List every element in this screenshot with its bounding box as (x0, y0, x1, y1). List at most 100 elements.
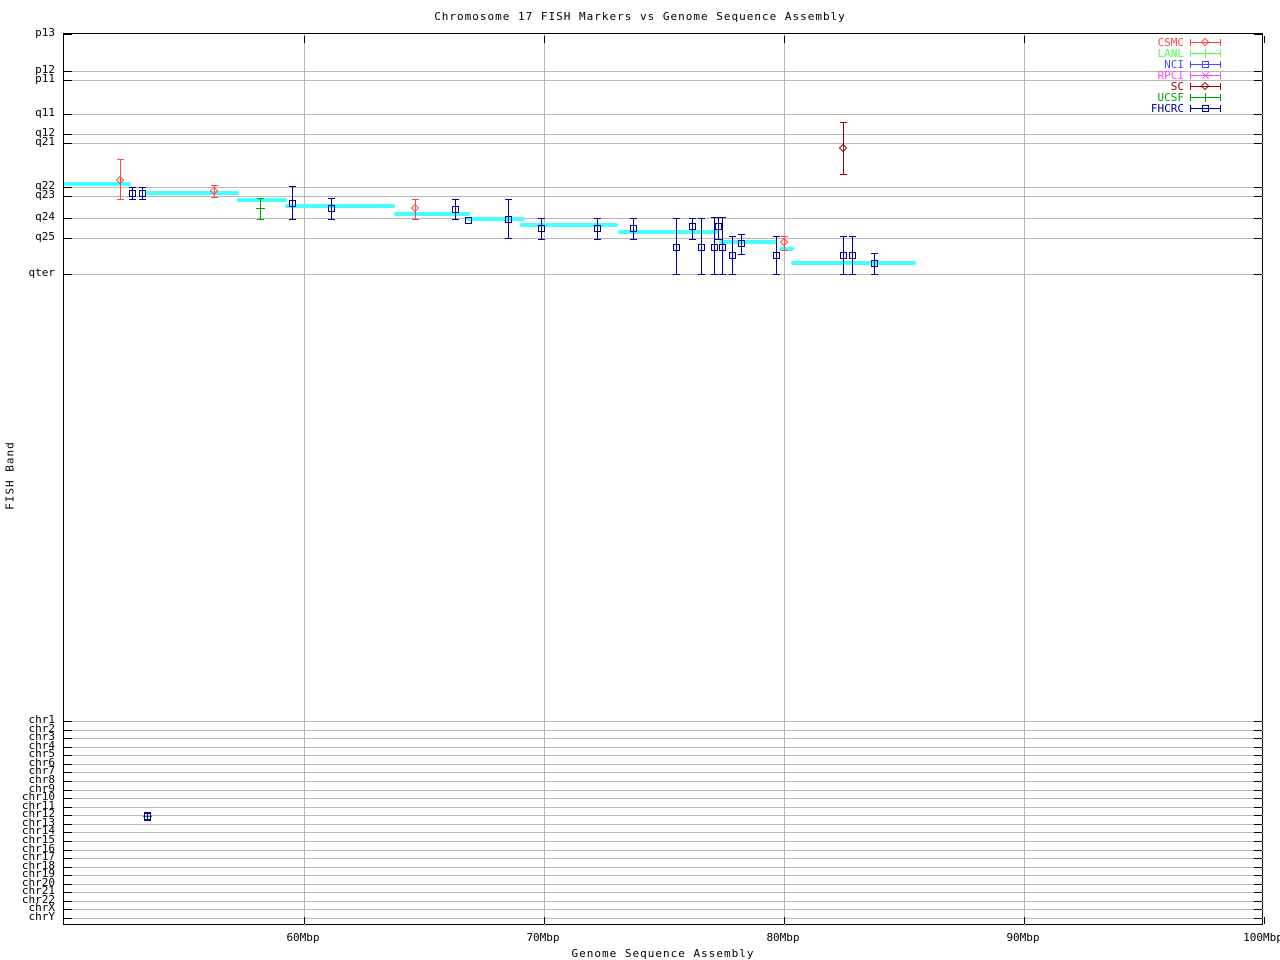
y-tickmark-right (1254, 807, 1262, 808)
error-bar-cap (773, 236, 780, 237)
y-tick-label: qter (0, 267, 55, 278)
error-bar-cap (452, 219, 459, 220)
h-gridline (64, 143, 1264, 144)
chart-title: Chromosome 17 FISH Markers vs Genome Seq… (0, 10, 1280, 23)
y-tickmark-left (64, 892, 72, 893)
error-bar-cap (871, 274, 878, 275)
error-bar-cap (630, 218, 637, 219)
h-gridline (64, 772, 1264, 773)
marker-square (328, 205, 335, 212)
y-tickmark-left (64, 721, 72, 722)
x-tickmark-bottom (304, 917, 305, 924)
marker-square (465, 217, 472, 224)
h-gridline (64, 738, 1264, 739)
y-tickmark-right (1254, 909, 1262, 910)
marker-square (139, 190, 146, 197)
error-bar-cap (689, 239, 696, 240)
y-tickmark-right (1254, 114, 1262, 115)
y-tickmark-left (64, 134, 72, 135)
error-bar-cap (412, 219, 419, 220)
legend-label-fhcrc: FHCRC (1151, 103, 1184, 114)
marker-square (594, 225, 601, 232)
error-bar-cap (729, 274, 736, 275)
v-gridline (784, 34, 785, 926)
assembly-segment (146, 191, 240, 195)
marker-square (719, 244, 726, 251)
error-bar-cap (738, 234, 745, 235)
y-tickmark-left (64, 114, 72, 115)
error-bar-cap (840, 236, 847, 237)
error-bar-cap (849, 274, 856, 275)
assembly-segment (520, 223, 618, 227)
error-bar-cap (711, 274, 718, 275)
error-bar-cap (738, 254, 745, 255)
y-tickmark-left (64, 790, 72, 791)
marker-square (505, 216, 512, 223)
y-tickmark-left (64, 187, 72, 188)
h-gridline (64, 850, 1264, 851)
error-bar-cap (781, 236, 788, 237)
y-tickmark-left (64, 143, 72, 144)
y-tickmark-right (1254, 815, 1262, 816)
error-bar-cap (871, 253, 878, 254)
h-gridline (64, 909, 1264, 910)
marker-square (729, 252, 736, 259)
h-gridline (64, 218, 1264, 219)
marker-diamond (1201, 38, 1209, 46)
y-tickmark-left (64, 858, 72, 859)
marker-square (715, 223, 722, 230)
x-tick-label: 90Mbp (988, 932, 1058, 943)
legend-sample-cap (1190, 94, 1191, 101)
y-tickmark-left (64, 841, 72, 842)
y-tickmark-right (1254, 196, 1262, 197)
x-tickmark-top (1264, 36, 1265, 43)
marker-square (673, 244, 680, 251)
marker-square (689, 223, 696, 230)
y-tickmark-left (64, 764, 72, 765)
marker-square (129, 190, 136, 197)
x-tickmark-top (784, 36, 785, 43)
y-tickmark-left (64, 274, 72, 275)
y-tickmark-left (64, 218, 72, 219)
error-bar-cap (781, 250, 788, 251)
x-tickmark-bottom (784, 917, 785, 924)
h-gridline (64, 892, 1264, 893)
error-bar-cap (129, 187, 136, 188)
marker-square (840, 252, 847, 259)
error-bar-cap (698, 218, 705, 219)
y-tickmark-left (64, 918, 72, 919)
x-tick-label: 60Mbp (268, 932, 338, 943)
y-tick-label: q24 (0, 211, 55, 222)
y-tickmark-left (64, 832, 72, 833)
y-tickmark-right (1254, 790, 1262, 791)
marker-plus (1205, 49, 1206, 58)
x-tickmark-top (1024, 36, 1025, 43)
error-bar-cap (538, 239, 545, 240)
y-tick-label: p11 (0, 73, 55, 84)
x-tickmark-bottom (1264, 917, 1265, 924)
y-tickmark-left (64, 80, 72, 81)
marker-square (452, 206, 459, 213)
error-bar-cap (257, 219, 264, 220)
marker-square (538, 225, 545, 232)
y-tickmark-left (64, 884, 72, 885)
y-tickmark-right (1254, 747, 1262, 748)
y-tickmark-right (1254, 772, 1262, 773)
y-tickmark-left (64, 71, 72, 72)
legend-sample-cap (1190, 105, 1191, 112)
y-tickmark-left (64, 738, 72, 739)
marker-square (1202, 105, 1209, 112)
y-tickmark-right (1254, 730, 1262, 731)
legend-row: SC (1060, 81, 1250, 92)
error-bar-cap (729, 236, 736, 237)
h-gridline (64, 832, 1264, 833)
h-gridline (64, 824, 1264, 825)
h-gridline (64, 884, 1264, 885)
error-bar-cap (719, 274, 726, 275)
h-gridline (64, 196, 1264, 197)
legend-sample-cap (1220, 83, 1221, 90)
error-bar-cap (144, 820, 151, 821)
h-gridline (64, 875, 1264, 876)
y-tickmark-right (1254, 824, 1262, 825)
assembly-segment (285, 204, 395, 208)
